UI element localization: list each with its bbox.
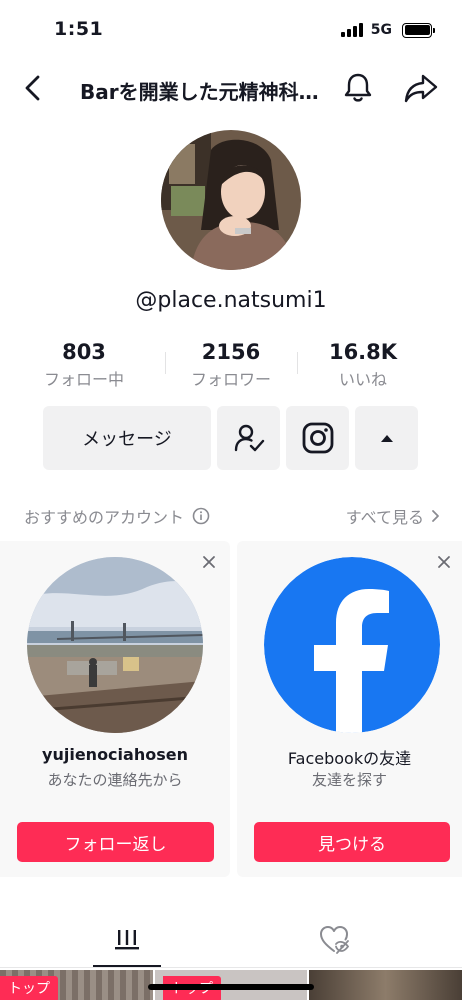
suggestion-card[interactable]: yujienociahosen あなたの連絡先から フォロー返し — [0, 541, 230, 877]
suggestion-name: yujienociahosen — [42, 745, 188, 764]
battery-icon — [402, 22, 435, 38]
followers-count: 2156 — [201, 340, 261, 364]
following-stat[interactable]: 803 フォロー中 — [18, 340, 150, 390]
find-friends-button[interactable]: 見つける — [254, 822, 450, 862]
network-type: 5G — [370, 22, 392, 38]
caret-up-icon — [380, 435, 393, 442]
username: @place.natsumi1 — [135, 288, 327, 313]
following-label: フォロー中 — [43, 370, 124, 389]
see-all-text: すべて見る — [345, 508, 424, 527]
grid-bars-icon — [115, 930, 139, 950]
suggestion-subtitle: 友達を探す — [311, 771, 387, 789]
profile-actions: メッセージ — [0, 406, 462, 470]
followers-label: フォロワー — [190, 370, 271, 389]
instagram-icon — [302, 422, 333, 454]
info-icon[interactable] — [192, 507, 210, 525]
suggestions-title: おすすめのアカウント — [24, 504, 210, 528]
person-check-icon — [234, 424, 264, 452]
following-count: 803 — [62, 340, 106, 364]
more-button[interactable] — [355, 406, 418, 470]
suggestion-avatar — [27, 557, 203, 733]
profile-stats: 803 フォロー中 2156 フォロワー 16.8K いいね — [0, 340, 462, 392]
status-indicators: 5G — [340, 22, 435, 38]
likes-label: いいね — [338, 370, 387, 389]
follow-back-button[interactable]: フォロー返し — [17, 822, 214, 862]
suggestion-name: Facebookの友達 — [287, 749, 412, 768]
divider — [0, 967, 462, 968]
suggestion-subtitle: あなたの連絡先から — [47, 771, 183, 789]
likes-count: 16.8K — [328, 340, 398, 364]
hidden-heart-icon[interactable] — [318, 924, 350, 954]
instagram-button[interactable] — [286, 406, 349, 470]
close-icon[interactable] — [202, 555, 216, 569]
see-all-link[interactable]: すべて見る — [346, 504, 440, 528]
video-thumbnail[interactable]: トップ — [0, 970, 153, 1000]
message-button[interactable]: メッセージ — [43, 406, 211, 470]
avatar[interactable] — [161, 130, 301, 270]
share-icon[interactable] — [402, 70, 440, 106]
video-thumbnail[interactable] — [309, 970, 462, 1000]
likes-stat[interactable]: 16.8K いいね — [297, 340, 429, 390]
chevron-left-icon[interactable] — [18, 72, 50, 104]
friend-status-button[interactable] — [217, 406, 280, 470]
tab-videos[interactable] — [93, 910, 161, 968]
suggestion-card[interactable]: Facebookの友達 友達を探す 見つける — [237, 541, 462, 877]
home-indicator — [148, 984, 314, 990]
facebook-icon — [264, 557, 440, 733]
content-tabs — [0, 910, 462, 968]
facebook-logo — [264, 557, 440, 733]
bell-icon[interactable] — [340, 70, 376, 106]
status-time: 1:51 — [54, 18, 104, 40]
close-icon[interactable] — [437, 555, 451, 569]
suggestions-header: おすすめのアカウント すべて見る — [0, 504, 462, 528]
suggestions-title-text: おすすめのアカウント — [24, 508, 185, 527]
signal-icon — [340, 23, 363, 37]
page-title: Barを開業した元精神科ナース — [80, 80, 330, 104]
chevron-right-icon — [432, 510, 439, 522]
nav-bar: Barを開業した元精神科ナース — [0, 62, 462, 118]
status-bar: 1:51 5G — [0, 0, 462, 58]
pinned-badge: トップ — [0, 976, 58, 1000]
followers-stat[interactable]: 2156 フォロワー — [165, 340, 297, 390]
